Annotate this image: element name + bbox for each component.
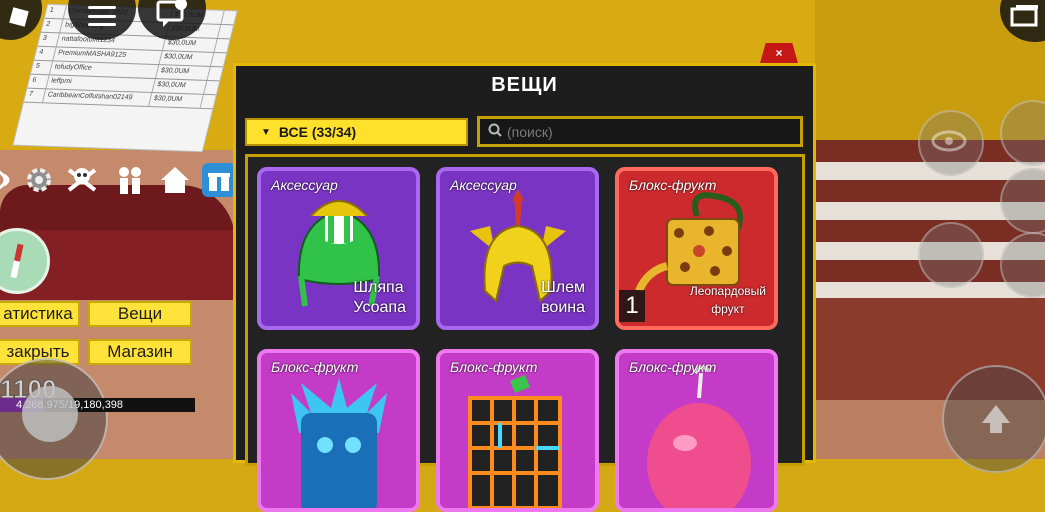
item-card[interactable]: Блокс-фрукт [615,349,778,512]
love-fruit-icon [647,365,751,508]
jump-button[interactable] [942,365,1045,473]
compass-needle-icon [10,243,24,279]
item-type: Аксессуар [271,177,338,193]
item-name-line: воина [541,299,585,316]
gear-icon[interactable] [22,163,56,197]
leaderboard-cell: CaribbeanColfutshan02149 [42,89,153,107]
item-type: Блокс-фрукт [629,359,717,375]
home-icon[interactable] [158,163,192,197]
item-name-line: фрукт [711,302,745,316]
item-type: Блокс-фрукт [629,177,717,193]
item-name: Леопардовый фрукт [690,282,766,318]
inventory-panel: ВЕЩИ ▼ ВСЕ (33/34) Аксессуар Шляпа Усоап… [233,63,816,512]
close-button[interactable]: × [760,43,798,63]
item-type: Блокс-фрукт [271,359,359,375]
item-name: Шлем воина [541,278,585,318]
item-type: Аксессуар [450,177,517,193]
item-count: 1 [619,290,645,322]
dropdown-triangle-icon: ▼ [261,126,271,138]
chat-icon [156,0,187,27]
items-button[interactable]: Вещи [88,301,192,327]
items-grid: Аксессуар Шляпа Усоапа Аксессуар Шлем во… [245,154,805,512]
gift-icon[interactable] [202,163,236,197]
item-card[interactable]: Блокс-фрукт [257,349,420,512]
hamburger-icon [88,6,116,26]
item-card[interactable]: Аксессуар Шляпа Усоапа [257,167,420,330]
rainbow-cube-fruit-icon [468,375,562,508]
item-card[interactable]: Блокс-фрукт [436,349,599,512]
item-name-line: Леопардовый [689,284,766,298]
item-name-line: Шлем [541,279,585,296]
ghost-fruit-icon [291,378,387,508]
eye-icon [931,130,967,152]
hud-icon-row [0,163,240,201]
search-input[interactable] [505,122,789,141]
panel-title: ВЕЩИ [491,73,558,96]
crew-icon[interactable] [113,163,147,197]
flame-skill-button[interactable] [918,222,984,288]
observation-skill-button[interactable] [918,110,984,176]
item-card[interactable]: Аксессуар Шлем воина [436,167,599,330]
search-icon [485,123,505,140]
leaderboard-cell: $30,0UM [155,65,211,80]
stats-button[interactable]: атистика [0,301,80,327]
leaderboard-cell: $30,0UM [152,79,208,94]
joystick-thumb[interactable] [22,386,78,442]
item-card[interactable]: Блокс-фрукт 1 Леопардовый фрукт [615,167,778,330]
leaderboard-cell: $30,0UM [149,93,204,108]
pirate-icon[interactable] [65,163,99,197]
filter-dropdown[interactable]: ▼ ВСЕ (33/34) [245,118,468,146]
item-name: Шляпа Усоапа [353,278,406,318]
shop-button[interactable]: Магазин [88,339,192,365]
filter-label: ВСЕ (33/34) [278,124,357,140]
item-name-line: Усоапа [353,299,406,316]
item-type: Блокс-фрукт [450,359,538,375]
leaderboard-cell: $30,0UM [159,51,215,66]
backpack-icon [1010,5,1038,27]
wifi-icon [0,163,24,197]
search-box[interactable] [477,116,803,147]
arrow-up-icon [982,405,1010,433]
item-name-line: Шляпа [353,279,404,296]
roblox-logo-icon [9,7,29,27]
